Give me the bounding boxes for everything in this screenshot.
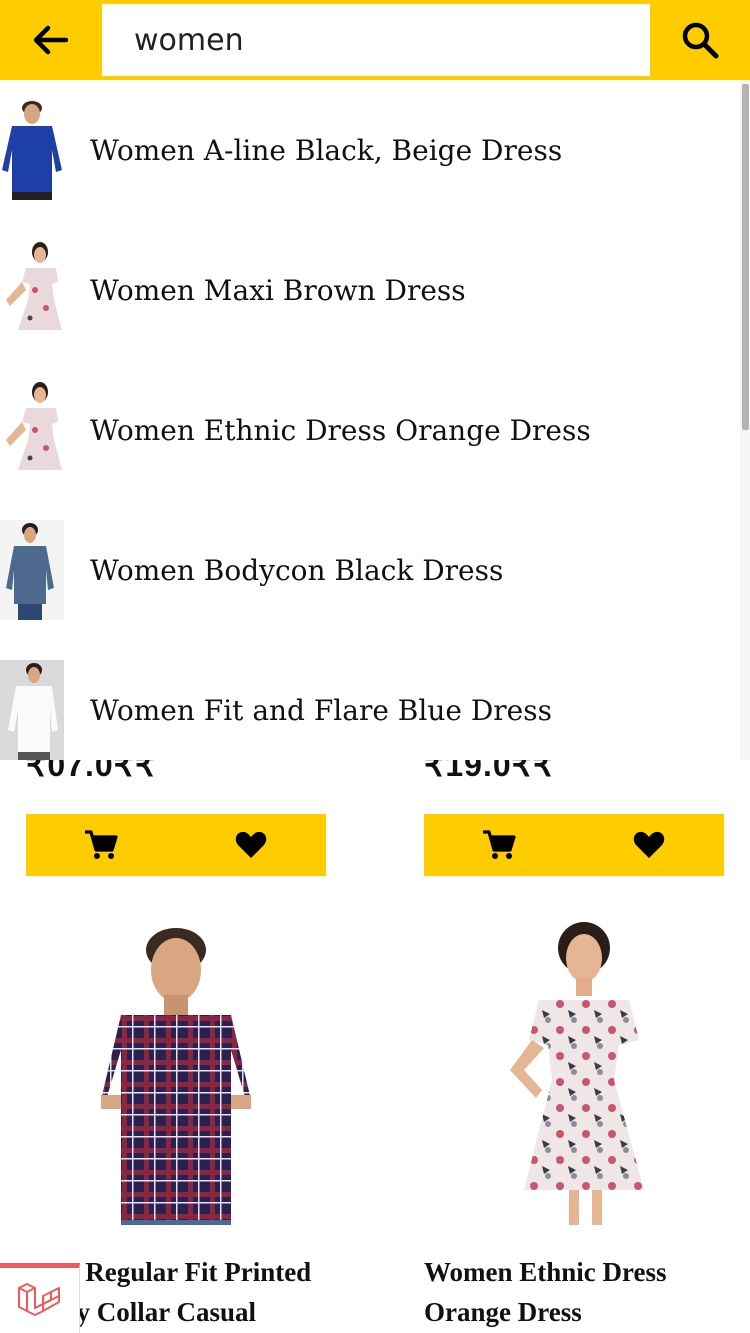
back-button[interactable] (0, 0, 100, 80)
add-to-cart-button[interactable] (469, 825, 529, 865)
arrow-left-icon (33, 25, 68, 55)
laravel-badge[interactable] (0, 1263, 80, 1333)
search-suggestions: Women A-line Black, Beige Dress Women Ma… (0, 80, 750, 760)
suggestion-label: Women Bodycon Black Dress (90, 553, 504, 587)
heart-icon (235, 831, 267, 858)
product-actions (424, 814, 724, 876)
cart-icon (85, 830, 118, 859)
suggestion-thumbnail (0, 380, 64, 480)
search-icon (682, 22, 719, 59)
suggestion-item[interactable]: Women Bodycon Black Dress (0, 520, 740, 620)
product-image[interactable] (26, 920, 326, 1225)
scrollbar-thumb[interactable] (742, 84, 749, 430)
search-input[interactable] (102, 4, 650, 76)
suggestion-item[interactable]: Women Fit and Flare Blue Dress (0, 660, 740, 760)
suggestion-item[interactable]: Women A-line Black, Beige Dress (0, 100, 740, 200)
suggestion-label: Women A-line Black, Beige Dress (90, 133, 563, 167)
product-image[interactable] (424, 920, 724, 1225)
product-actions (26, 814, 326, 876)
suggestion-thumbnail (0, 240, 64, 340)
wishlist-button[interactable] (221, 825, 281, 865)
suggestion-item[interactable]: Women Maxi Brown Dress (0, 240, 740, 340)
suggestion-label: Women Maxi Brown Dress (90, 273, 466, 307)
suggestion-label: Women Fit and Flare Blue Dress (90, 693, 552, 727)
laravel-logo-icon (17, 1282, 60, 1316)
cart-icon (483, 830, 516, 859)
product-grid: ₹07.0₹₹ ₹19.0₹₹ Men Regular Fit Printed … (0, 760, 750, 1333)
suggestion-thumbnail (0, 100, 64, 200)
suggestions-scrollbar[interactable] (740, 80, 750, 760)
product-name[interactable]: Women Ethnic Dress Orange Dress (424, 1252, 724, 1332)
add-to-cart-button[interactable] (71, 825, 131, 865)
wishlist-button[interactable] (619, 825, 679, 865)
suggestion-item[interactable]: Women Ethnic Dress Orange Dress (0, 380, 740, 480)
suggestion-thumbnail (0, 520, 64, 620)
product-price: ₹07.0₹₹ (26, 760, 157, 783)
product-price: ₹19.0₹₹ (424, 760, 555, 783)
search-button[interactable] (650, 0, 750, 80)
heart-icon (633, 831, 665, 858)
suggestion-label: Women Ethnic Dress Orange Dress (90, 413, 591, 447)
top-bar (0, 0, 750, 80)
suggestion-thumbnail (0, 660, 64, 760)
